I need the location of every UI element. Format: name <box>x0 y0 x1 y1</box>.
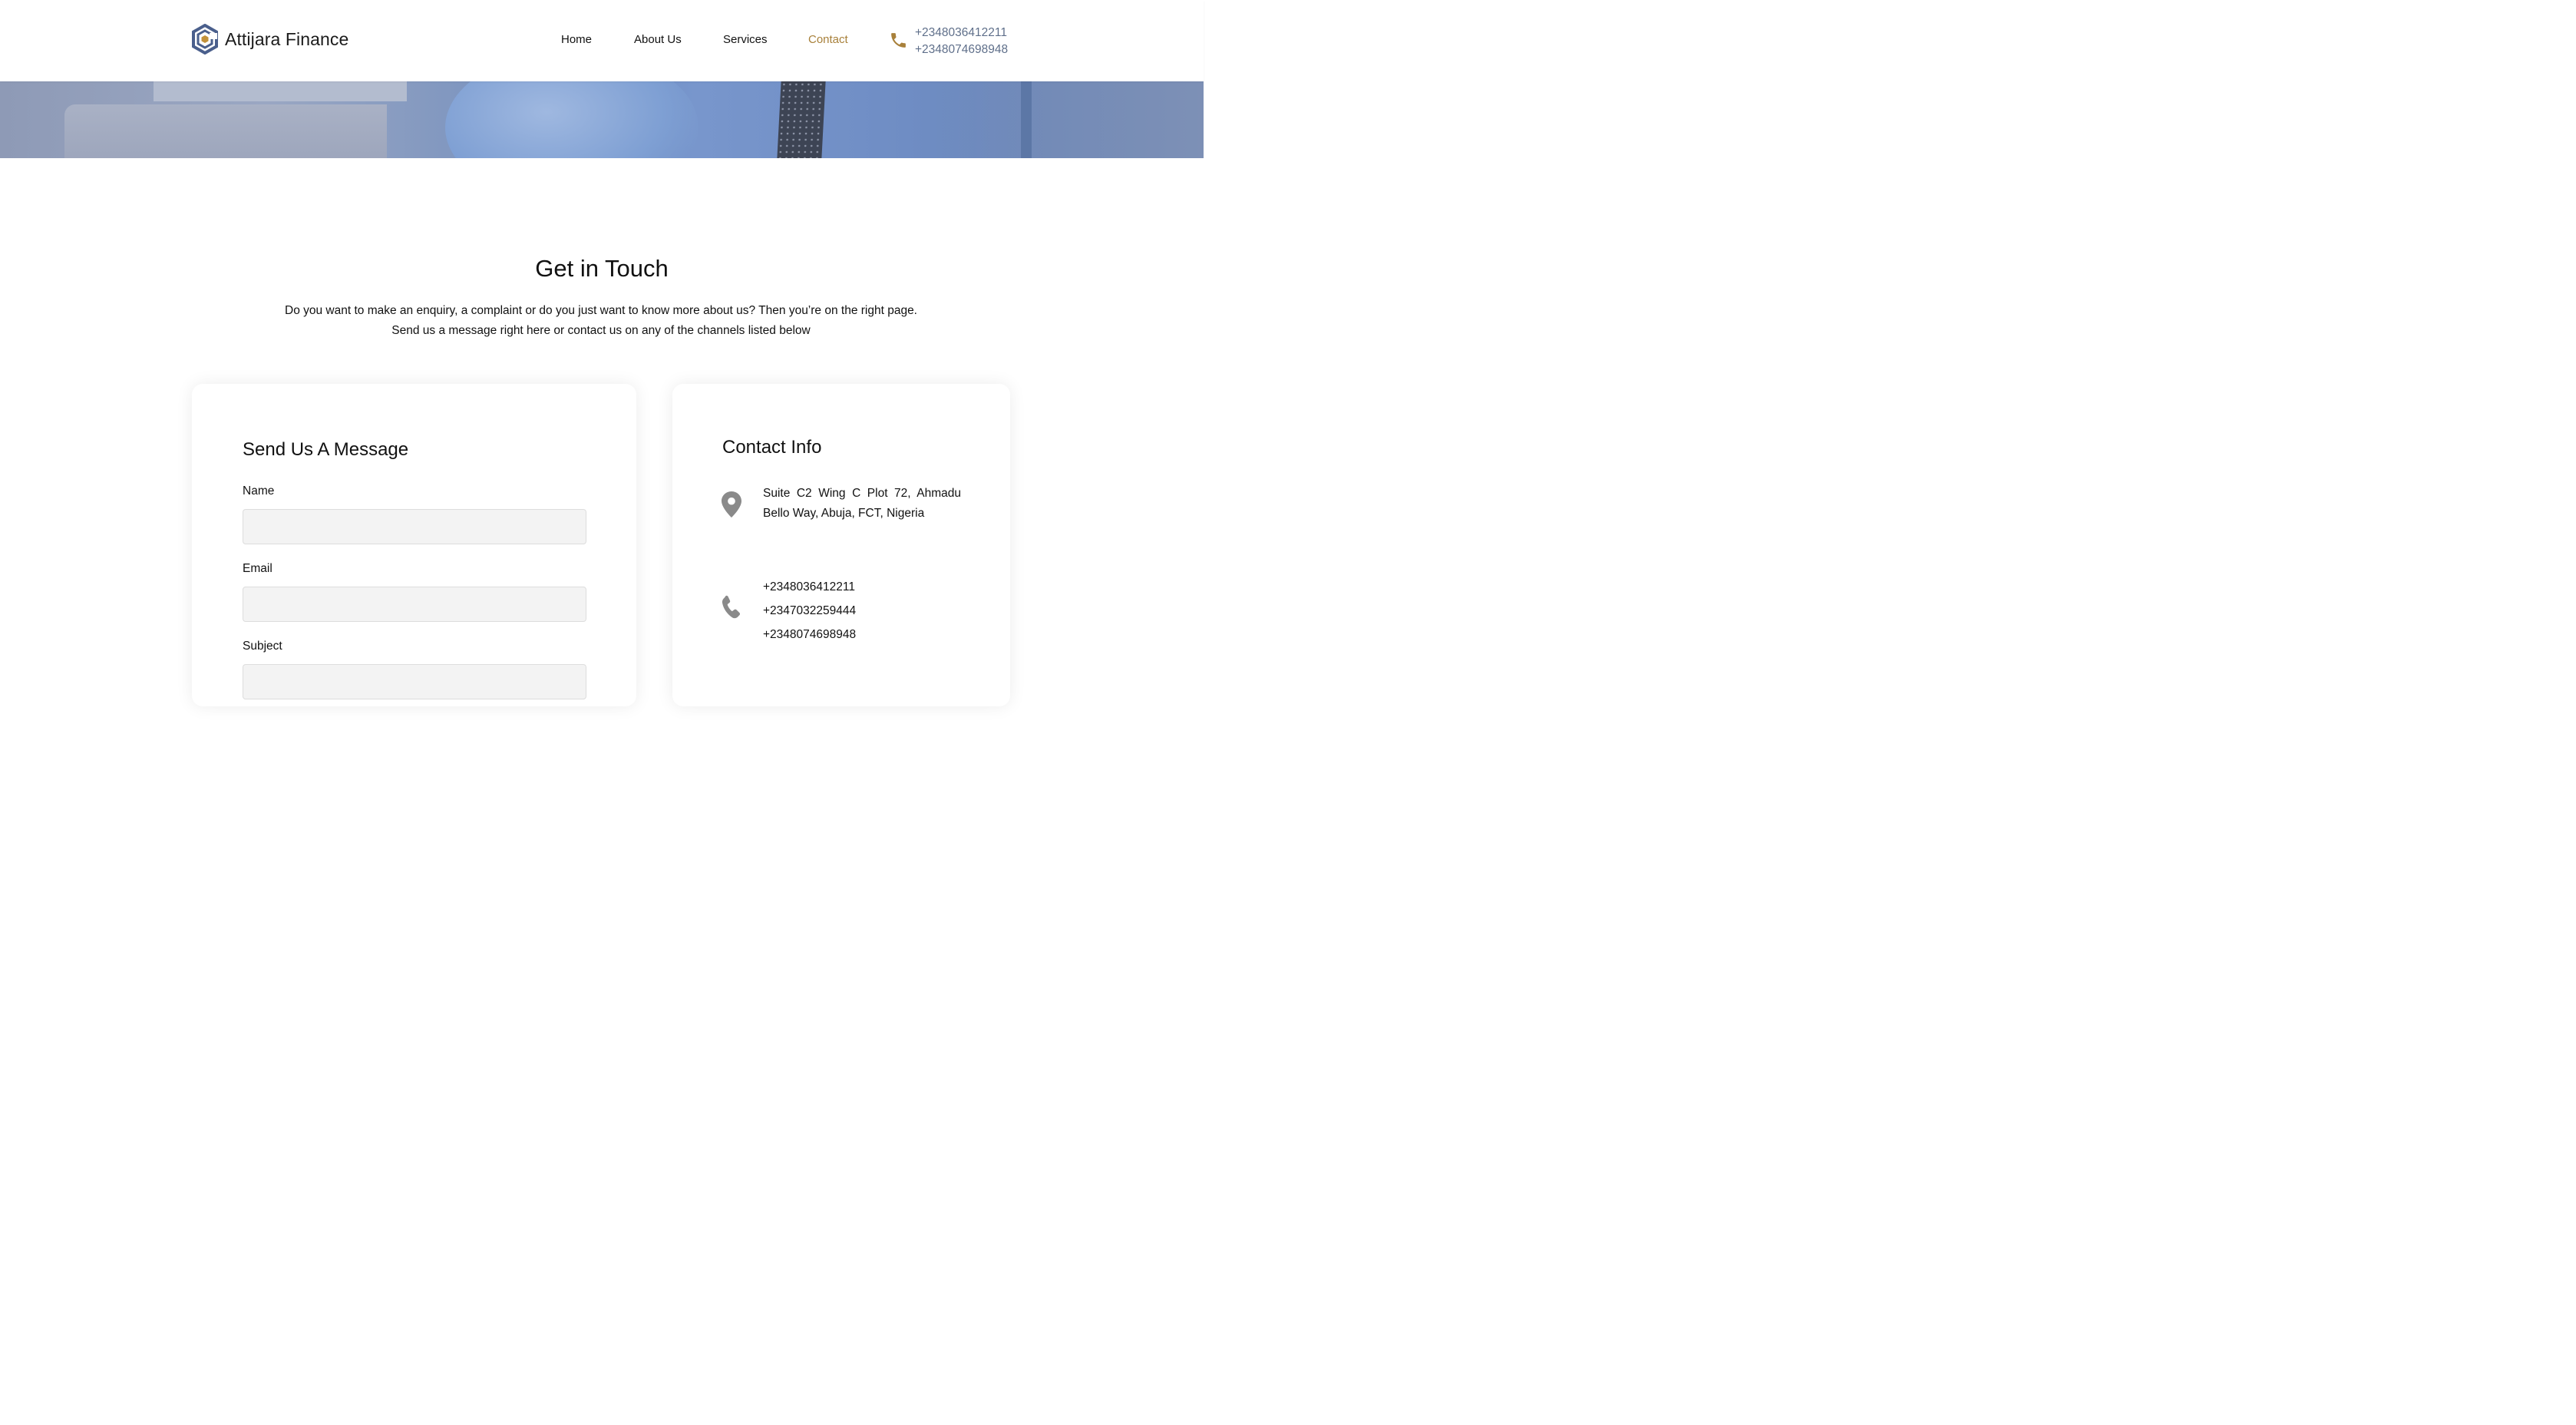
hero-banner-image <box>0 81 1204 158</box>
contact-phone-list: +2348036412211 +2347032259444 +234807469… <box>763 575 856 646</box>
name-label: Name <box>243 484 275 498</box>
page-title: Get in Touch <box>535 255 669 282</box>
hero-stripe-shape <box>1021 81 1032 158</box>
email-label: Email <box>243 562 272 575</box>
hero-arm-shape <box>445 81 698 158</box>
message-form-card: Send Us A Message Name Email Subject <box>192 384 636 706</box>
map-pin-icon <box>722 491 741 517</box>
contact-info-card: Contact Info Suite C2 Wing C Plot 72, Ah… <box>672 384 1010 706</box>
subject-input[interactable] <box>243 664 586 699</box>
name-input[interactable] <box>243 509 586 544</box>
contact-info-title: Contact Info <box>722 437 822 458</box>
hero-shape <box>154 81 407 101</box>
phone-icon <box>891 33 906 48</box>
nav-home[interactable]: Home <box>561 33 592 46</box>
intro-paragraph: Do you want to make an enquiry, a compla… <box>285 304 917 337</box>
site-header: Attijara Finance Home About Us Services … <box>0 0 1204 81</box>
header-phone-2[interactable]: +2348074698948 <box>915 41 1008 58</box>
nav-about-us[interactable]: About Us <box>634 33 682 46</box>
nav-contact[interactable]: Contact <box>808 33 848 46</box>
hero-laptop-shape <box>64 104 387 158</box>
address-text: Suite C2 Wing C Plot 72, Ahmadu Bello Wa… <box>763 487 961 520</box>
phone-icon <box>722 595 741 619</box>
nav-services[interactable]: Services <box>723 33 768 46</box>
message-form-title: Send Us A Message <box>243 439 409 460</box>
header-phone-list: +2348036412211 +2348074698948 <box>915 25 1008 58</box>
subject-label: Subject <box>243 640 282 653</box>
contact-phone-1[interactable]: +2348036412211 <box>763 575 856 599</box>
contact-phone-3[interactable]: +2348074698948 <box>763 623 856 646</box>
main-nav: Home About Us Services Contact <box>0 33 1204 50</box>
email-input[interactable] <box>243 587 586 622</box>
hero-tie-shape <box>777 81 826 158</box>
contact-phone-2[interactable]: +2347032259444 <box>763 599 856 623</box>
header-phone-1[interactable]: +2348036412211 <box>915 25 1008 41</box>
